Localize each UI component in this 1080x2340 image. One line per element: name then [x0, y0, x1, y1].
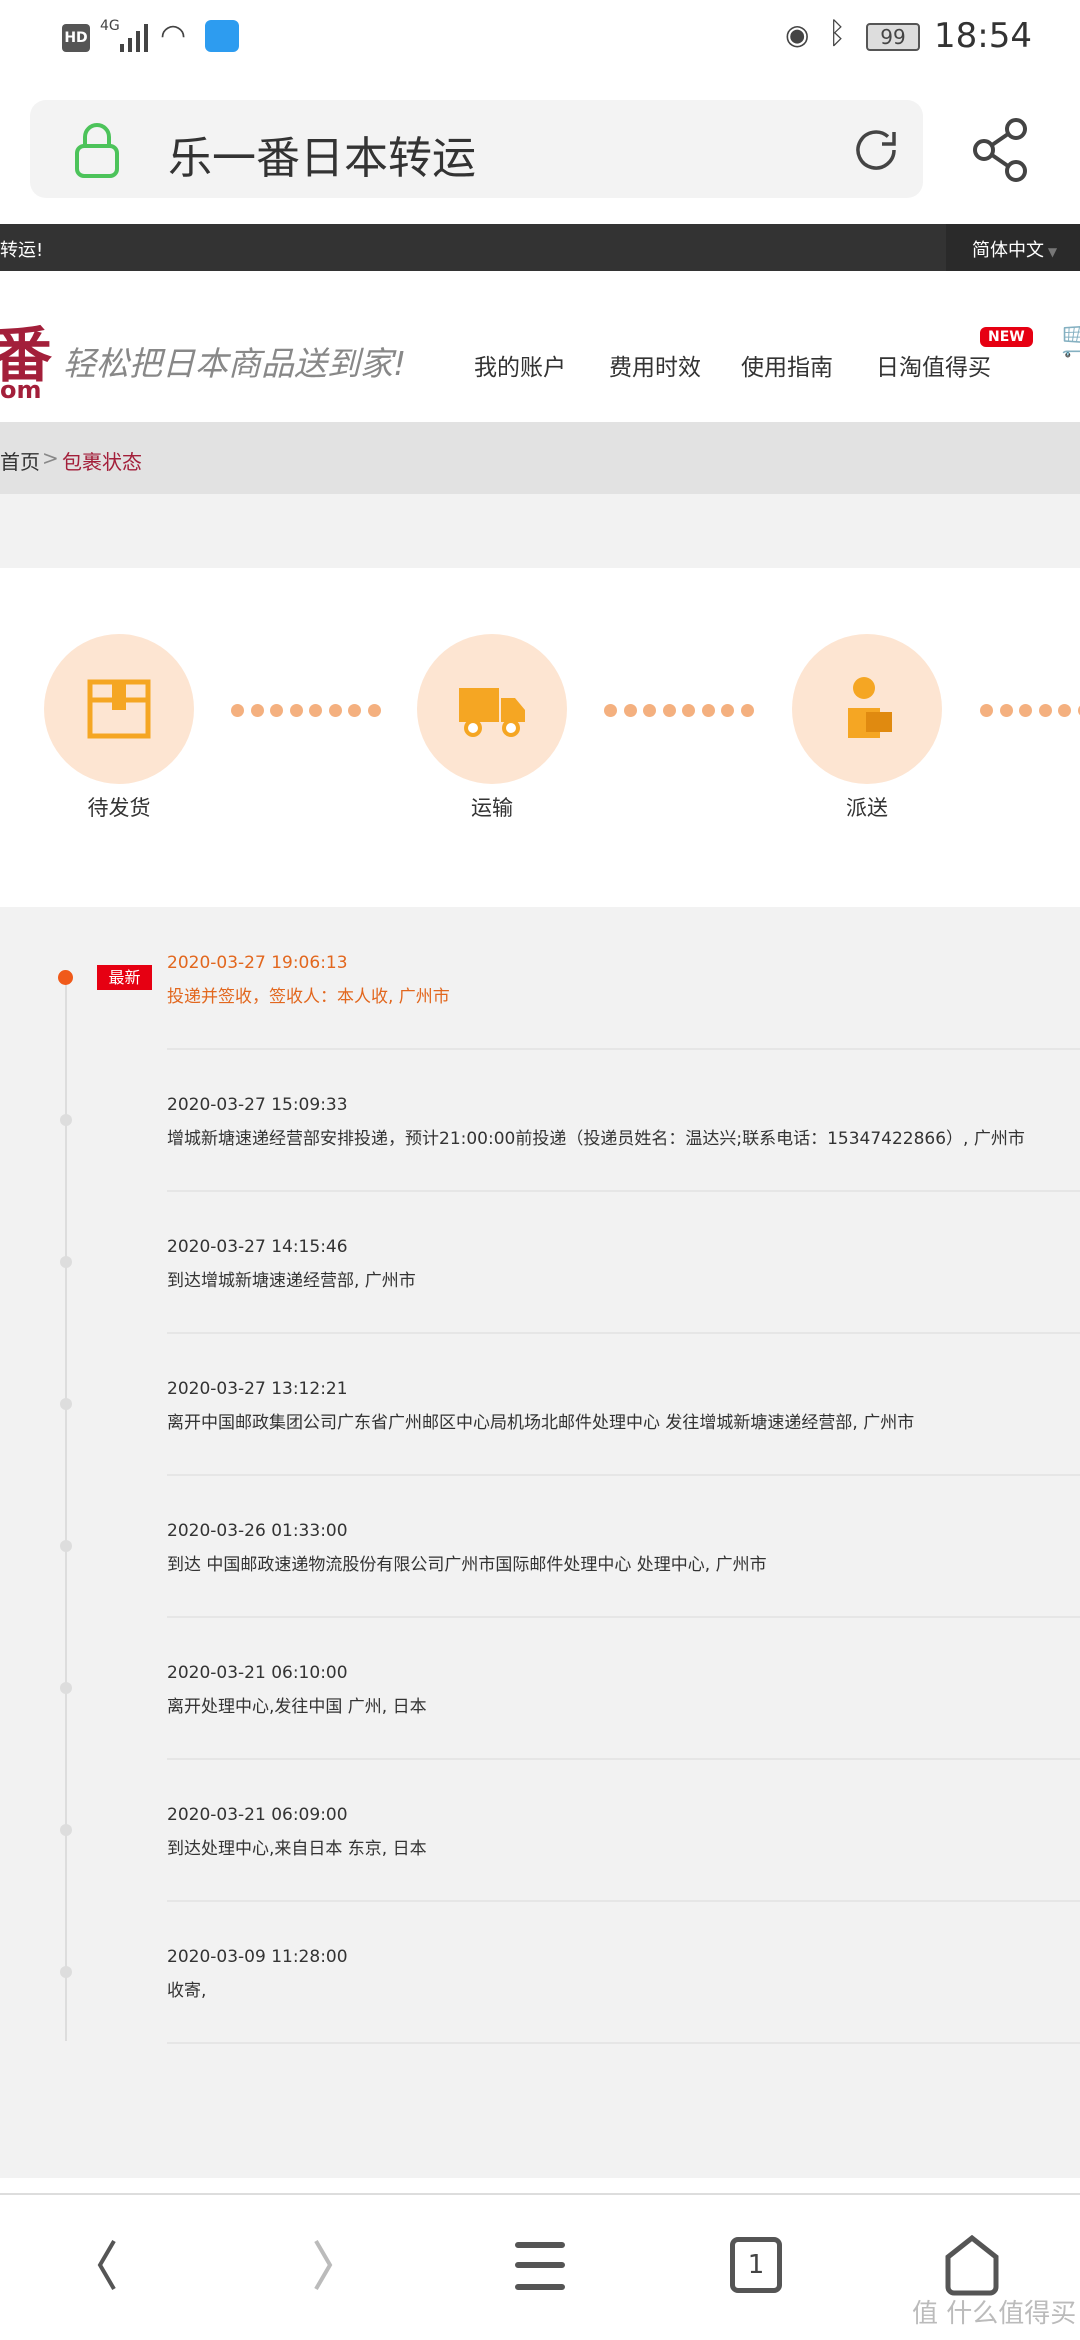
timeline-dot	[58, 970, 73, 985]
event-time: 2020-03-27 14:15:46	[167, 1237, 348, 1257]
timeline-dot	[60, 1398, 72, 1410]
event-time: 2020-03-27 15:09:33	[167, 1095, 348, 1115]
top-bar-text: 转运!	[0, 240, 44, 261]
event-description: 投递并签收，签收人：本人收, 广州市	[167, 987, 450, 1007]
step-pending	[44, 634, 194, 784]
breadcrumb-home[interactable]: 首页	[0, 446, 40, 475]
timeline-dot	[60, 1540, 72, 1552]
section-bar	[0, 494, 1080, 568]
site-header: 番 om 轻松把日本商品送到家! 我的账户 费用时效 使用指南 日淘值得买 NE…	[0, 271, 1080, 422]
timeline-dot	[60, 1682, 72, 1694]
event-divider	[167, 1332, 1080, 1334]
cart-icon[interactable]: 🛒	[1060, 317, 1080, 359]
event-description: 离开处理中心,发往中国 广州, 日本	[167, 1697, 427, 1717]
event-divider	[167, 1758, 1080, 1760]
box-icon	[87, 679, 151, 739]
timeline-event: 2020-03-27 19:06:13 投递并签收，签收人：本人收, 广州市	[0, 945, 1080, 1087]
nav-guide[interactable]: 使用指南	[741, 348, 833, 382]
step-label: 待发货	[87, 796, 151, 820]
timeline-dot	[60, 1114, 72, 1126]
event-divider	[167, 1900, 1080, 1902]
event-description: 到达处理中心,来自日本 东京, 日本	[167, 1839, 427, 1859]
timeline-event: 2020-03-27 13:12:21 离开中国邮政集团公司广东省广州邮区中心局机…	[0, 1371, 1080, 1513]
page-title: 乐一番日本转运	[168, 133, 476, 184]
battery-icon: 99	[866, 23, 920, 51]
timeline-event: 2020-03-27 14:15:46 到达增城新塘速递经营部, 广州市	[0, 1229, 1080, 1371]
breadcrumb-separator: >	[42, 446, 59, 470]
tabs-button[interactable]: 1	[730, 2237, 782, 2293]
hd-icon: HD	[62, 24, 90, 52]
event-divider	[167, 1474, 1080, 1476]
timeline-event: 2020-03-21 06:10:00 离开处理中心,发往中国 广州, 日本	[0, 1655, 1080, 1797]
timeline-event: 2020-03-27 15:09:33 增城新塘速递经营部安排投递，预计21:00…	[0, 1087, 1080, 1229]
new-badge: NEW	[980, 327, 1033, 347]
event-description: 到达增城新塘速递经营部, 广州市	[167, 1271, 416, 1291]
status-bar: HD 4G ◠ ◉ ᛒ 99 18:54	[0, 0, 1080, 75]
logo-suffix: om	[0, 376, 42, 404]
nav-fees[interactable]: 费用时效	[609, 348, 701, 382]
step-delivery	[792, 634, 942, 784]
eye-comfort-icon: ◉	[785, 18, 810, 51]
timeline-event: 2020-03-26 01:33:00 到达 中国邮政速递物流股份有限公司广州市国…	[0, 1513, 1080, 1655]
wifi-icon: ◠	[160, 18, 187, 53]
browser-bottom-bar: 1 值 什么值得买	[0, 2193, 1080, 2340]
event-divider	[167, 2042, 1080, 2044]
breadcrumb: 首页 > 包裹状态	[0, 422, 1080, 494]
timeline-dot	[60, 1256, 72, 1268]
network-type: 4G	[100, 18, 120, 34]
event-time: 2020-03-09 11:28:00	[167, 1947, 348, 1967]
share-icon[interactable]	[970, 115, 1030, 185]
clock: 18:54	[934, 16, 1032, 56]
event-time: 2020-03-27 13:12:21	[167, 1379, 348, 1399]
courier-icon	[848, 677, 892, 738]
event-description: 增城新塘速递经营部安排投递，预计21:00:00前投递（投递员姓名：温达兴;联系…	[167, 1129, 1025, 1149]
event-description: 离开中国邮政集团公司广东省广州邮区中心局机场北邮件处理中心 发往增城新塘速递经营…	[167, 1413, 915, 1433]
step-label: 运输	[471, 796, 513, 820]
timeline-event: 2020-03-09 11:28:00 收寄,	[0, 1939, 1080, 2081]
timeline-dot	[60, 1824, 72, 1836]
event-time: 2020-03-21 06:10:00	[167, 1663, 348, 1683]
truck-icon	[459, 688, 525, 737]
event-description: 收寄,	[167, 1981, 207, 2001]
step-connector	[604, 704, 754, 718]
event-divider	[167, 1190, 1080, 1192]
event-description: 到达 中国邮政速递物流股份有限公司广州市国际邮件处理中心 处理中心, 广州市	[167, 1555, 767, 1575]
progress-steps: 待发货 运输 派送	[0, 568, 1080, 907]
menu-icon[interactable]	[514, 2235, 566, 2295]
bluetooth-icon: ᛒ	[828, 16, 846, 51]
home-icon[interactable]	[944, 2235, 1000, 2297]
back-icon[interactable]	[92, 2235, 122, 2295]
language-label: 简体中文	[972, 240, 1044, 261]
site-top-bar: 转运! 简体中文 ▼	[0, 224, 1080, 271]
timeline-event: 2020-03-21 06:09:00 到达处理中心,来自日本 东京, 日本	[0, 1797, 1080, 1939]
forward-icon[interactable]	[308, 2235, 338, 2295]
event-divider	[167, 1616, 1080, 1618]
step-connector	[980, 704, 1080, 718]
language-select[interactable]: 简体中文 ▼	[946, 224, 1080, 271]
event-divider	[167, 1048, 1080, 1050]
lock-icon	[75, 123, 119, 178]
step-transit	[417, 634, 567, 784]
step-connector	[231, 704, 381, 718]
timeline-dot	[60, 1966, 72, 1978]
breadcrumb-current: 包裹状态	[62, 450, 142, 474]
event-time: 2020-03-26 01:33:00	[167, 1521, 348, 1541]
watermark: 值 什么值得买	[912, 2299, 1077, 2329]
nav-japan-deals[interactable]: 日淘值得买	[876, 348, 991, 382]
tagline: 轻松把日本商品送到家!	[63, 344, 407, 383]
reload-icon[interactable]	[850, 124, 902, 176]
event-time: 2020-03-27 19:06:13	[167, 953, 348, 973]
tracking-timeline: 最新 2020-03-27 19:06:13 投递并签收，签收人：本人收, 广州市…	[0, 907, 1080, 2178]
app-notification-icon	[205, 20, 239, 52]
step-label: 派送	[846, 796, 888, 820]
address-bar[interactable]: 乐一番日本转运	[30, 100, 923, 198]
signal-icon	[120, 24, 148, 52]
nav-my-account[interactable]: 我的账户	[474, 348, 566, 382]
event-time: 2020-03-21 06:09:00	[167, 1805, 348, 1825]
